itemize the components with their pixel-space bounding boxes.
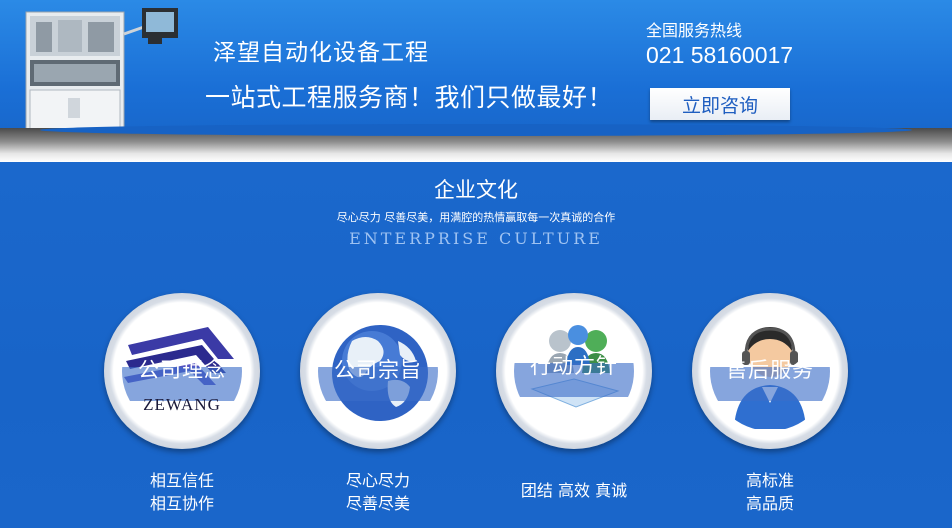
item-description: 尽心尽力 尽善尽美 xyxy=(294,469,462,515)
top-banner: 泽望自动化设备工程 一站式工程服务商！我们只做最好！ 全国服务热线 021 58… xyxy=(0,0,952,162)
tablet-press-machine-image xyxy=(25,8,178,135)
item-desc-line: 团结 高效 真诚 xyxy=(520,481,628,500)
item-label: 公司理念 xyxy=(138,358,226,382)
item-label: 行动方针 xyxy=(530,354,618,378)
hotline-number: 021 58160017 xyxy=(646,42,794,68)
section-subtitle: 尽心尽力 尽善尽美，用满腔的热情赢取每一次真诚的合作 xyxy=(336,211,616,224)
item-label: 售后服务 xyxy=(726,358,814,382)
item-circle: 售后服务 xyxy=(692,293,848,449)
item-desc-line: 高标准 xyxy=(745,471,794,490)
item-desc-line: 相互信任 xyxy=(149,471,214,490)
item-description: 相互信任 相互协作 xyxy=(98,469,266,515)
hotline-label: 全国服务热线 xyxy=(646,21,743,40)
section-title-en: ENTERPRISE CULTURE xyxy=(349,229,603,248)
item-description: 团结 高效 真诚 xyxy=(490,479,658,502)
item-description: 高标准 高品质 xyxy=(686,469,854,515)
item-desc-line: 相互协作 xyxy=(149,494,214,513)
zewang-logo-text: ZEWANG xyxy=(143,395,221,414)
item-desc-line: 尽心尽力 xyxy=(345,471,410,490)
item-desc-line: 尽善尽美 xyxy=(345,494,410,513)
company-name: 泽望自动化设备工程 xyxy=(213,40,429,66)
enterprise-culture-section: 企业文化 尽心尽力 尽善尽美，用满腔的热情赢取每一次真诚的合作 ENTERPRI… xyxy=(0,162,952,528)
item-label: 公司宗旨 xyxy=(334,358,422,382)
item-circle: 公司宗旨 xyxy=(300,293,456,449)
consult-button[interactable]: 立即咨询 xyxy=(650,88,790,120)
item-desc-line: 高品质 xyxy=(745,494,794,513)
item-circle: 行动方针 xyxy=(496,293,652,449)
tagline: 一站式工程服务商！我们只做最好！ xyxy=(205,83,614,112)
item-circle: 公司理念 ZEWANG xyxy=(104,293,260,449)
banner-divider-shadow xyxy=(0,124,952,162)
section-title: 企业文化 xyxy=(434,178,518,202)
